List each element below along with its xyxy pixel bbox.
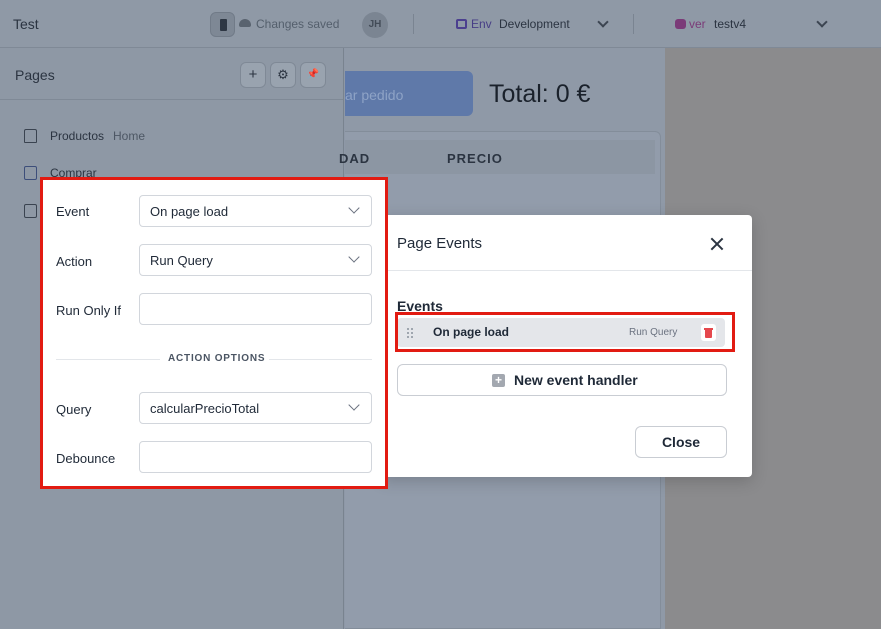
trash-icon[interactable] xyxy=(701,324,716,341)
dialog-title: Page Events xyxy=(397,235,483,252)
gear-icon: ⚙ xyxy=(277,67,289,82)
column-header: DAD xyxy=(339,151,371,166)
query-field-label: Query xyxy=(56,402,92,417)
pin-icon: 📌 xyxy=(306,69,320,80)
page-events-dialog: Page Events Events On page load Run Quer… xyxy=(381,215,752,477)
event-handler-row[interactable]: On page load Run Query xyxy=(397,318,725,347)
new-event-handler-button[interactable]: + New event handler xyxy=(397,364,727,396)
plus-icon: + xyxy=(248,66,258,83)
action-options-heading: ACTION OPTIONS xyxy=(168,353,266,364)
action-field-label: Action xyxy=(56,254,93,269)
run-only-if-label: Run Only If xyxy=(56,303,122,318)
column-header-precio: PRECIO xyxy=(447,151,503,166)
action-select[interactable]: Run Query xyxy=(139,244,372,276)
env-label: Env xyxy=(471,17,492,31)
plus-icon: + xyxy=(492,374,505,387)
event-select-value: On page load xyxy=(150,204,229,219)
query-select[interactable]: calcularPrecioTotal xyxy=(139,392,372,424)
event-field-label: Event xyxy=(56,204,90,219)
chevron-down-icon[interactable] xyxy=(597,16,609,28)
event-name: On page load xyxy=(433,325,510,339)
sidebar-header: Pages + ⚙ 📌 xyxy=(0,48,343,100)
file-icon xyxy=(24,204,37,218)
sidebar-title: Pages xyxy=(15,67,55,83)
chevron-down-icon xyxy=(348,399,360,411)
debounce-label: Debounce xyxy=(56,451,116,466)
env-select[interactable]: Development xyxy=(499,17,570,31)
divider xyxy=(413,14,414,34)
divider xyxy=(633,14,634,34)
save-status: Changes saved xyxy=(256,17,340,31)
page-label: Productos xyxy=(50,129,105,143)
add-page-button[interactable]: + xyxy=(240,62,266,88)
order-button[interactable]: ar pedido xyxy=(345,71,473,116)
file-icon xyxy=(220,19,227,31)
version-select[interactable]: testv4 xyxy=(714,17,746,31)
avatar[interactable]: JH xyxy=(362,12,388,38)
cloud-icon xyxy=(239,19,251,27)
run-only-if-input[interactable] xyxy=(139,293,372,325)
event-config-popover: Event On page load Action Run Query Run … xyxy=(40,177,388,489)
divider xyxy=(269,359,372,360)
drag-handle-icon[interactable] xyxy=(407,328,414,338)
chevron-down-icon xyxy=(348,251,360,263)
settings-button[interactable]: ⚙ xyxy=(270,62,296,88)
version-label: ver xyxy=(689,17,706,31)
action-select-value: Run Query xyxy=(150,253,213,268)
page-settings-button[interactable] xyxy=(210,12,235,37)
events-heading: Events xyxy=(397,298,443,314)
environment-icon xyxy=(456,19,467,29)
pin-button[interactable]: 📌 xyxy=(300,62,326,88)
layers-icon xyxy=(675,19,686,29)
close-button[interactable]: Close xyxy=(635,426,727,458)
home-icon xyxy=(24,129,37,143)
chevron-down-icon xyxy=(348,202,360,214)
file-icon xyxy=(24,166,37,180)
table-header: DAD PRECIO xyxy=(339,140,655,174)
total-label: Total: 0 € xyxy=(489,80,591,108)
event-action: Run Query xyxy=(629,327,678,338)
new-event-handler-label: New event handler xyxy=(514,372,638,388)
divider xyxy=(56,359,160,360)
app-name: Test xyxy=(13,16,39,32)
event-select[interactable]: On page load xyxy=(139,195,372,227)
debounce-input[interactable] xyxy=(139,441,372,473)
top-bar: Test Changes saved JH Env Development ve… xyxy=(0,0,881,48)
close-icon[interactable] xyxy=(709,236,725,252)
chevron-down-icon[interactable] xyxy=(816,16,828,28)
query-select-value: calcularPrecioTotal xyxy=(150,401,260,416)
dialog-header: Page Events xyxy=(381,215,752,271)
home-badge: Home xyxy=(113,129,146,143)
